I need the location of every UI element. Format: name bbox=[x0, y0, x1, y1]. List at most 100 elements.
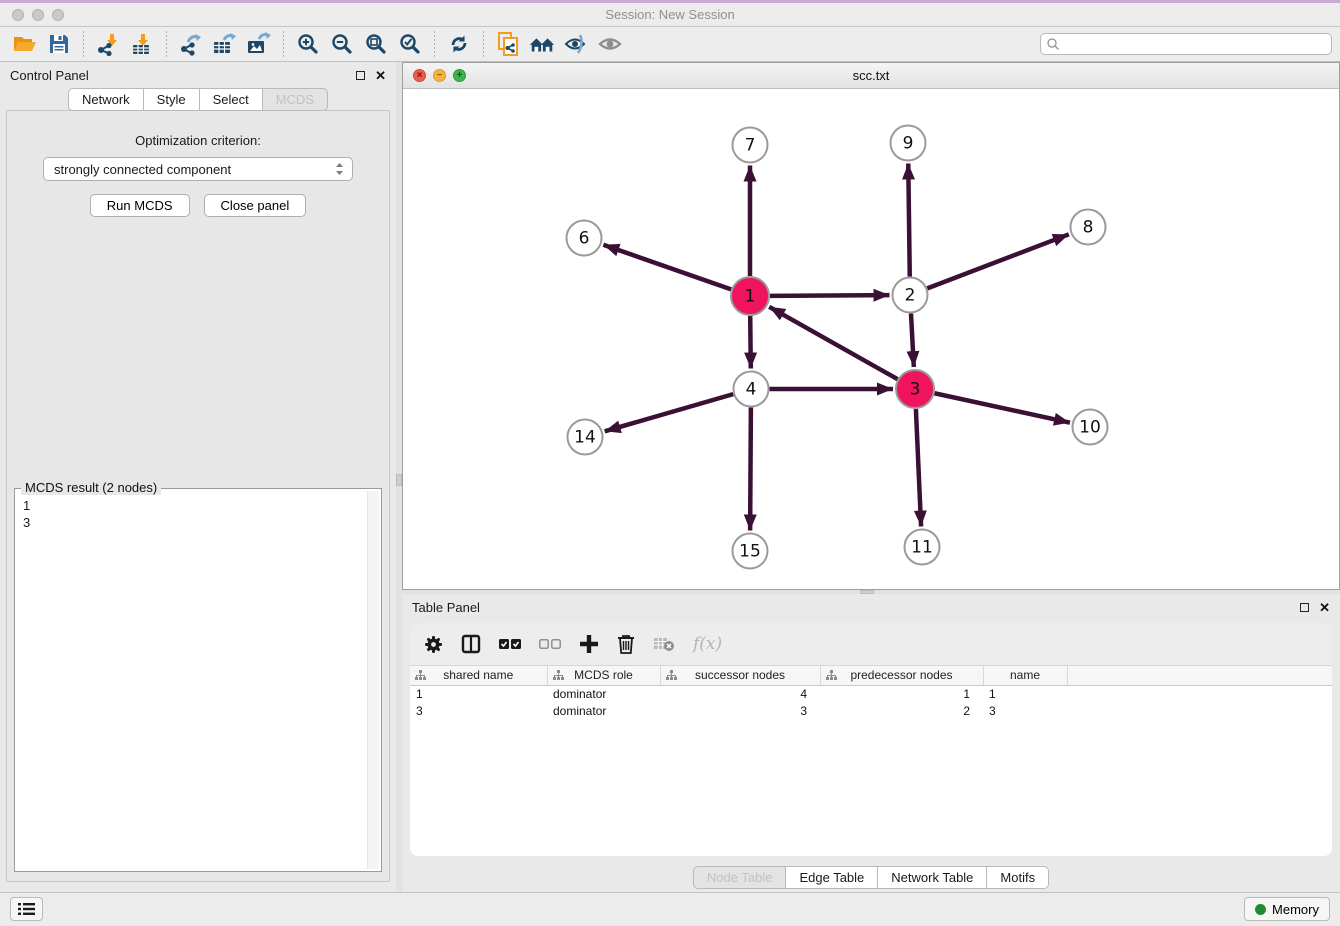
cell-predecessor-nodes[interactable]: 1 bbox=[820, 685, 983, 702]
table-row[interactable]: 3dominator323 bbox=[410, 702, 1332, 719]
tab-network[interactable]: Network bbox=[68, 88, 144, 111]
result-scrollbar[interactable] bbox=[367, 491, 379, 869]
vertical-splitter[interactable] bbox=[396, 62, 402, 892]
task-history-icon[interactable] bbox=[10, 897, 43, 921]
tab-style[interactable]: Style bbox=[144, 88, 200, 111]
graph-node-10[interactable]: 10 bbox=[1073, 410, 1108, 445]
zoom-in-icon[interactable] bbox=[294, 30, 322, 58]
export-network-icon[interactable] bbox=[177, 30, 205, 58]
graph-node-7[interactable]: 7 bbox=[733, 128, 768, 163]
network-graph[interactable]: 7 9 6 8 1 2 4 3 14 10 15 11 bbox=[403, 89, 1339, 589]
import-network-icon[interactable] bbox=[94, 30, 122, 58]
edge-3-to-11[interactable] bbox=[916, 409, 921, 527]
tab-mcds[interactable]: MCDS bbox=[263, 88, 328, 111]
tab-network-table[interactable]: Network Table bbox=[878, 866, 987, 889]
splitter-grip[interactable] bbox=[860, 590, 874, 594]
export-table-icon[interactable] bbox=[211, 30, 239, 58]
run-mcds-button[interactable]: Run MCDS bbox=[90, 194, 190, 217]
close-panel-button[interactable]: Close panel bbox=[204, 194, 307, 217]
cell-shared-name[interactable]: 1 bbox=[410, 685, 547, 702]
columns-icon[interactable] bbox=[461, 634, 481, 654]
add-icon[interactable] bbox=[579, 634, 599, 654]
search-input[interactable] bbox=[1040, 33, 1332, 55]
float-panel-icon[interactable] bbox=[1300, 603, 1309, 612]
cell-shared-name[interactable]: 3 bbox=[410, 702, 547, 719]
hide-eye-icon[interactable] bbox=[562, 30, 590, 58]
select-all-icon[interactable] bbox=[499, 639, 521, 650]
float-panel-icon[interactable] bbox=[356, 71, 365, 80]
control-panel: Control Panel ✕ NetworkStyleSelectMCDS O… bbox=[0, 62, 396, 892]
import-table-icon[interactable] bbox=[128, 30, 156, 58]
cell-successor-nodes[interactable]: 3 bbox=[660, 702, 820, 719]
graph-node-3[interactable]: 3 bbox=[896, 370, 934, 408]
zoom-fit-icon[interactable] bbox=[362, 30, 390, 58]
network-maximize-icon[interactable]: + bbox=[453, 69, 466, 82]
edge-1-to-6[interactable] bbox=[603, 245, 731, 290]
save-icon[interactable] bbox=[45, 30, 73, 58]
cell-MCDS-role[interactable]: dominator bbox=[547, 685, 660, 702]
node-label: 9 bbox=[903, 134, 914, 154]
delete-icon[interactable] bbox=[617, 634, 635, 654]
horizontal-splitter[interactable] bbox=[402, 590, 1340, 594]
splitter-grip[interactable] bbox=[396, 474, 402, 486]
graph-node-2[interactable]: 2 bbox=[893, 278, 928, 313]
edge-2-to-8[interactable] bbox=[927, 234, 1069, 288]
graph-node-9[interactable]: 9 bbox=[891, 126, 926, 161]
optimization-criterion-select[interactable]: strongly connected component bbox=[43, 157, 353, 181]
edge-4-to-14[interactable] bbox=[605, 394, 734, 431]
tab-select[interactable]: Select bbox=[200, 88, 263, 111]
network-close-icon[interactable]: × bbox=[413, 69, 426, 82]
edge-4-to-15[interactable] bbox=[750, 407, 751, 530]
duplicate-network-icon[interactable] bbox=[494, 30, 522, 58]
column-header-predecessor-nodes[interactable]: predecessor nodes bbox=[820, 666, 983, 685]
node-table[interactable]: shared nameMCDS rolesuccessor nodesprede… bbox=[410, 665, 1332, 856]
cell-MCDS-role[interactable]: dominator bbox=[547, 702, 660, 719]
show-eye-icon[interactable] bbox=[596, 30, 624, 58]
tab-edge-table[interactable]: Edge Table bbox=[786, 866, 878, 889]
delete-table-icon[interactable] bbox=[653, 635, 675, 653]
column-header-shared-name[interactable]: shared name bbox=[410, 666, 547, 685]
graph-node-15[interactable]: 15 bbox=[733, 534, 768, 569]
cell-successor-nodes[interactable]: 4 bbox=[660, 685, 820, 702]
open-folder-icon[interactable] bbox=[11, 30, 39, 58]
memory-button[interactable]: Memory bbox=[1244, 897, 1330, 921]
status-bar: Memory bbox=[0, 892, 1340, 925]
graph-node-6[interactable]: 6 bbox=[567, 221, 602, 256]
zoom-out-icon[interactable] bbox=[328, 30, 356, 58]
export-image-icon[interactable] bbox=[245, 30, 273, 58]
close-panel-icon[interactable]: ✕ bbox=[1319, 601, 1330, 614]
tab-motifs[interactable]: Motifs bbox=[987, 866, 1049, 889]
table-row[interactable]: 1dominator411 bbox=[410, 685, 1332, 702]
zoom-selected-icon[interactable] bbox=[396, 30, 424, 58]
graph-node-14[interactable]: 14 bbox=[568, 420, 603, 455]
column-header-name[interactable]: name bbox=[983, 666, 1067, 685]
network-canvas[interactable]: 7 9 6 8 1 2 4 3 14 10 15 11 bbox=[403, 89, 1339, 589]
graph-node-11[interactable]: 11 bbox=[905, 530, 940, 565]
edge-3-to-10[interactable] bbox=[935, 393, 1070, 422]
edge-1-to-2[interactable] bbox=[770, 295, 890, 296]
cell-predecessor-nodes[interactable]: 2 bbox=[820, 702, 983, 719]
network-minimize-icon[interactable]: − bbox=[433, 69, 446, 82]
function-icon[interactable]: f(x) bbox=[693, 634, 722, 654]
column-header-successor-nodes[interactable]: successor nodes bbox=[660, 666, 820, 685]
edge-3-to-1[interactable] bbox=[769, 307, 897, 379]
node-label: 1 bbox=[745, 287, 756, 307]
cell-name[interactable]: 3 bbox=[983, 702, 1067, 719]
gear-icon[interactable] bbox=[424, 635, 443, 654]
graph-node-8[interactable]: 8 bbox=[1071, 210, 1106, 245]
deselect-all-icon[interactable] bbox=[539, 639, 561, 650]
network-window-titlebar[interactable]: × − + scc.txt bbox=[403, 63, 1339, 89]
column-header-MCDS-role[interactable]: MCDS role bbox=[547, 666, 660, 685]
edge-2-to-9[interactable] bbox=[908, 163, 909, 276]
refresh-icon[interactable] bbox=[445, 30, 473, 58]
cell-name[interactable]: 1 bbox=[983, 685, 1067, 702]
node-label: 7 bbox=[745, 136, 756, 156]
tab-node-table[interactable]: Node Table bbox=[693, 866, 787, 889]
edge-2-to-3[interactable] bbox=[911, 313, 914, 367]
home-icon[interactable] bbox=[528, 30, 556, 58]
mcds-tab-content: Optimization criterion: strongly connect… bbox=[6, 110, 390, 882]
edge-1-to-4[interactable] bbox=[750, 316, 751, 369]
graph-node-1[interactable]: 1 bbox=[731, 277, 769, 315]
close-panel-icon[interactable]: ✕ bbox=[375, 69, 386, 82]
graph-node-4[interactable]: 4 bbox=[734, 372, 769, 407]
